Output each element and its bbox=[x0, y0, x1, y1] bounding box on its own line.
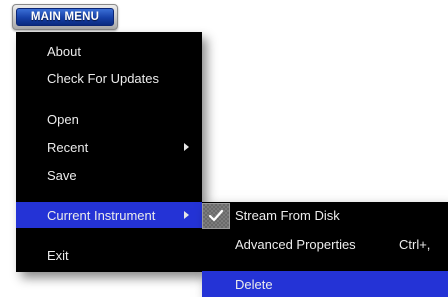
menu-item-recent[interactable]: Recent bbox=[16, 134, 202, 160]
current-instrument-submenu: Stream From Disk Advanced Properties Ctr… bbox=[202, 202, 448, 297]
submenu-arrow-icon bbox=[184, 211, 189, 219]
menu-item-label: Save bbox=[47, 167, 77, 183]
menu-item-label: Check For Updates bbox=[47, 70, 159, 86]
menu-item-about[interactable]: About bbox=[16, 38, 202, 64]
submenu-item-label: Advanced Properties bbox=[235, 236, 356, 252]
submenu-item-label: Delete bbox=[235, 276, 273, 292]
menu-item-open[interactable]: Open bbox=[16, 106, 202, 132]
menu-item-label: About bbox=[47, 43, 81, 59]
menu-item-label: Open bbox=[47, 111, 79, 127]
checkmark-icon bbox=[202, 203, 230, 229]
submenu-item-label: Stream From Disk bbox=[235, 207, 340, 223]
main-menu-button[interactable]: MAIN MENU bbox=[12, 4, 118, 30]
menu-item-label: Recent bbox=[47, 139, 89, 155]
submenu-item-advanced-properties[interactable]: Advanced Properties Ctrl+, bbox=[202, 231, 448, 257]
menu-item-save[interactable]: Save bbox=[16, 162, 202, 188]
menu-item-current-instrument[interactable]: Current Instrument bbox=[16, 202, 202, 228]
submenu-item-stream-from-disk[interactable]: Stream From Disk bbox=[202, 202, 448, 229]
submenu-arrow-icon bbox=[184, 143, 189, 151]
submenu-item-delete[interactable]: Delete bbox=[202, 271, 448, 297]
menu-item-label: Exit bbox=[47, 247, 69, 263]
shortcut-label: Ctrl+, bbox=[399, 236, 431, 252]
menu-item-label: Current Instrument bbox=[47, 207, 156, 223]
menu-item-exit[interactable]: Exit bbox=[16, 242, 202, 268]
menu-item-check-for-updates[interactable]: Check For Updates bbox=[16, 65, 202, 91]
main-menu-dropdown: About Check For Updates Open Recent Save… bbox=[16, 32, 202, 272]
main-menu-button-label: MAIN MENU bbox=[16, 8, 114, 26]
